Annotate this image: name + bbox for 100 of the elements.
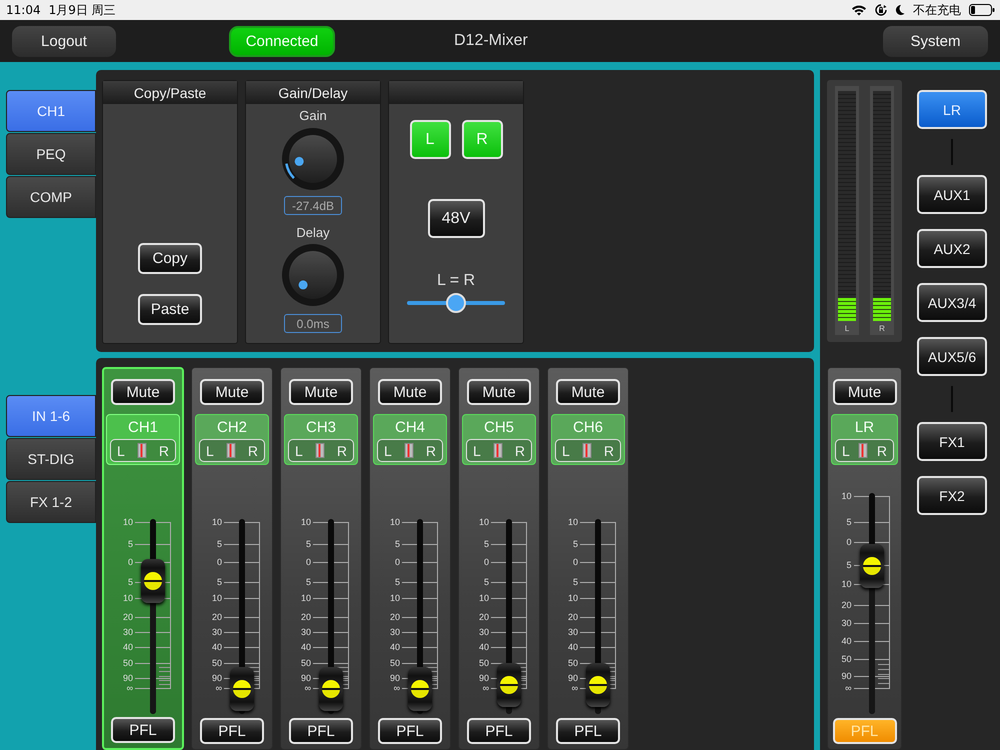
pfl-button[interactable]: PFL — [467, 718, 531, 744]
wifi-icon — [851, 4, 867, 16]
scale-label: 90 — [478, 672, 489, 684]
bus-button[interactable]: LR — [917, 90, 987, 129]
balance-thumb[interactable] — [446, 293, 466, 313]
mute-button[interactable]: Mute — [378, 379, 442, 405]
scale-label: 5 — [216, 538, 222, 550]
pan-control[interactable]: L R — [199, 439, 265, 462]
pan-thumb[interactable] — [315, 443, 324, 458]
pan-right-label: R — [876, 442, 887, 458]
fader-thumb[interactable] — [319, 666, 343, 711]
scale-label: 50 — [840, 653, 852, 666]
pan-right-label: R — [426, 442, 436, 458]
mute-button[interactable]: Mute — [467, 379, 531, 405]
pan-thumb[interactable] — [582, 443, 592, 458]
pan-control[interactable]: L R — [835, 439, 894, 462]
scale-label: ∞ — [304, 682, 311, 694]
fader-thumb[interactable] — [408, 666, 432, 711]
fader-thumb[interactable] — [141, 559, 165, 604]
logout-button[interactable]: Logout — [12, 26, 116, 56]
pan-thumb[interactable] — [858, 443, 868, 458]
bus-button[interactable]: AUX2 — [917, 229, 987, 268]
pan-thumb[interactable] — [137, 443, 146, 458]
layer-tab[interactable]: ST-DIG — [6, 438, 96, 480]
scale-label: 30 — [478, 626, 489, 638]
scale-label: ∞ — [482, 682, 489, 694]
system-button[interactable]: System — [883, 26, 988, 56]
scale-label: 10 — [122, 592, 133, 604]
copy-button[interactable]: Copy — [138, 243, 202, 274]
mute-button[interactable]: Mute — [289, 379, 353, 405]
scale-label: 10 — [300, 592, 311, 604]
paste-button[interactable]: Paste — [138, 294, 202, 325]
status-time: 11:04 — [6, 3, 41, 17]
channel-strip[interactable]: Mute LR L R 10 5 0 5 10 20 30 40 50 90 ∞ PFL — [827, 367, 902, 750]
bus-button[interactable]: AUX5/6 — [917, 337, 987, 376]
scale-label: 10 — [122, 516, 133, 528]
pfl-button[interactable]: PFL — [289, 718, 353, 744]
battery-icon — [969, 4, 995, 16]
scale-label: 40 — [300, 641, 311, 654]
channel-strip[interactable]: Mute CH6 L R 10 5 0 5 10 20 30 40 50 90 ∞ PFL — [547, 367, 629, 750]
pan-thumb[interactable] — [493, 443, 502, 458]
pan-control[interactable]: L R — [555, 439, 621, 462]
pan-control[interactable]: L R — [288, 439, 354, 462]
pan-left-label: L — [117, 442, 125, 458]
mute-button[interactable]: Mute — [556, 379, 620, 405]
pan-right-label: R — [336, 442, 347, 458]
mute-button[interactable]: Mute — [832, 379, 896, 405]
scale-label: 0 — [845, 536, 852, 548]
pan-control[interactable]: L R — [110, 439, 176, 462]
mute-button[interactable]: Mute — [200, 379, 264, 405]
charging-status: 不在充电 — [913, 2, 961, 18]
pan-thumb[interactable] — [404, 443, 414, 458]
scale-label: 5 — [482, 538, 489, 550]
pan-control[interactable]: L R — [377, 439, 443, 462]
layer-tab[interactable]: FX 1-2 — [6, 481, 96, 523]
scale-label: 10 — [840, 490, 852, 502]
scale-label: 5 — [845, 516, 852, 528]
bus-button[interactable]: AUX3/4 — [917, 283, 987, 322]
fader-thumb[interactable] — [586, 662, 610, 707]
pan-control[interactable]: L R — [466, 439, 532, 462]
pfl-button[interactable]: PFL — [111, 717, 175, 743]
scale-label: 50 — [122, 657, 133, 670]
gain-knob[interactable] — [281, 127, 345, 191]
scale-label: 50 — [210, 657, 222, 670]
bus-button[interactable]: FX2 — [917, 476, 987, 515]
fader-thumb[interactable] — [860, 544, 884, 588]
bus-button[interactable]: FX1 — [917, 422, 987, 461]
scale-label: 5 — [845, 559, 852, 572]
channel-strip[interactable]: Mute CH5 L R 10 5 0 5 10 20 30 40 50 90 ∞ PFL — [458, 367, 540, 750]
pfl-button[interactable]: PFL — [200, 718, 264, 744]
channel-name: CH3 — [306, 419, 336, 436]
scale-label: 5 — [216, 576, 222, 588]
section-tab[interactable]: PEQ — [6, 133, 96, 175]
pfl-button[interactable]: PFL — [378, 718, 442, 744]
pfl-button[interactable]: PFL — [556, 718, 620, 744]
scale-label: 50 — [566, 657, 578, 670]
fader-thumb[interactable] — [230, 666, 254, 711]
scale-label: 40 — [388, 641, 400, 654]
bus-button[interactable]: AUX1 — [917, 175, 987, 214]
section-tab[interactable]: COMP — [6, 176, 96, 218]
gain-label: Gain — [299, 108, 327, 123]
scale-label: 30 — [122, 626, 133, 638]
mute-button[interactable]: Mute — [111, 379, 175, 405]
channel-strip[interactable]: Mute CH1 L R 10 5 0 5 10 20 30 40 50 90 ∞ PFL — [102, 367, 184, 750]
channel-name: CH6 — [572, 419, 603, 436]
layer-tab[interactable]: IN 1-6 — [6, 395, 96, 437]
fader-thumb[interactable] — [497, 662, 521, 707]
scale-label: 30 — [210, 626, 222, 638]
scale-label: 90 — [388, 672, 400, 684]
pan-thumb[interactable] — [226, 443, 236, 458]
link-label: L = R — [436, 272, 476, 290]
channel-name: LR — [854, 419, 874, 436]
scale-label: ∞ — [126, 682, 133, 694]
scale-label: 40 — [566, 641, 578, 654]
scale-label: ∞ — [214, 682, 222, 694]
scale-label: 5 — [304, 538, 311, 550]
section-tab[interactable]: CH1 — [6, 90, 96, 132]
scale-label: 20 — [478, 610, 489, 623]
phantom-power-button[interactable]: 48V — [428, 199, 484, 238]
scale-label: 10 — [210, 516, 222, 528]
